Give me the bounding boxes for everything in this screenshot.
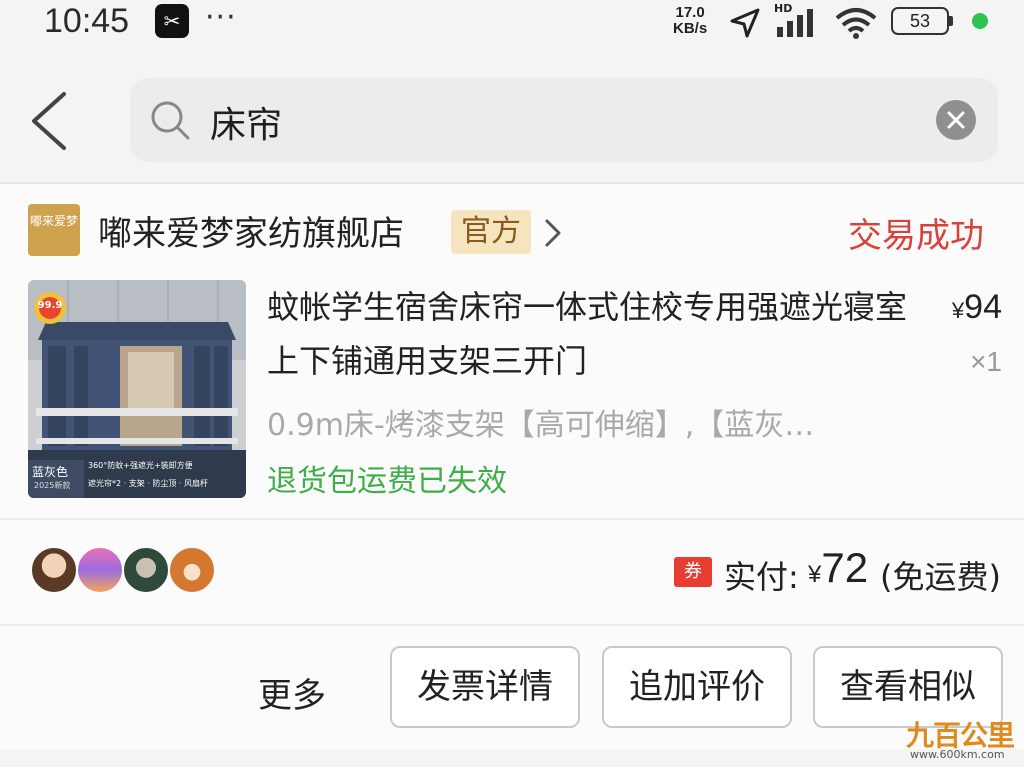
shared-users-avatars[interactable]: [30, 546, 230, 596]
avatar: [122, 546, 170, 594]
product-quantity: ×1: [970, 346, 1002, 377]
order-card: 嘟来爱梦 嘟来爱梦家纺旗舰店 官方 交易成功 99.9 蓝灰色 2025新款 3…: [0, 184, 1024, 749]
privacy-indicator-dot: [972, 13, 988, 29]
network-speed-unit: KB/s: [673, 20, 708, 37]
wifi-icon: [835, 8, 877, 39]
back-arrow-icon[interactable]: [26, 90, 72, 152]
coupon-icon: 券: [674, 557, 712, 587]
shop-name[interactable]: 嘟来爱梦家纺旗舰店: [98, 206, 404, 255]
cell-signal-icon: [777, 9, 813, 37]
search-input[interactable]: 床帘: [210, 96, 282, 148]
invoice-details-button[interactable]: 发票详情: [390, 646, 580, 728]
product-price: ¥94: [952, 288, 1002, 327]
shop-logo[interactable]: 嘟来爱梦: [28, 204, 80, 256]
shipping-note: (免运费): [880, 558, 1001, 596]
thumbnail-year-label: 2025新款: [34, 481, 71, 490]
thumbnail-badge: 99.9: [37, 300, 63, 311]
product-spec: 0.9m床-烤漆支架【高可伸缩】,【蓝灰…: [267, 408, 815, 443]
network-speed-value: 17.0: [675, 4, 705, 21]
order-detail-page: 10:45 ✂ ··· 17.0 KB/s HD 53 床帘 嘟来爱梦 嘟来爱梦…: [0, 0, 1024, 767]
watermark-url: www.600km.com: [910, 748, 1005, 761]
chevron-right-icon[interactable]: [542, 218, 564, 248]
network-speed: 17.0 KB/s: [673, 5, 707, 37]
location-arrow-icon: [730, 8, 760, 38]
thumbnail-feature-line2: 遮光帘*2 · 支架 · 防尘顶 · 风扇杆: [88, 479, 208, 488]
search-header: 床帘: [0, 62, 1024, 180]
price-currency: ¥: [951, 298, 965, 323]
search-bar[interactable]: 床帘: [130, 78, 998, 162]
order-status: 交易成功: [848, 216, 984, 256]
product-title[interactable]: 蚊帐学生宿舍床帘一体式住校专用强遮光寝室上下铺通用支架三开门: [267, 280, 927, 388]
avatar: [168, 546, 216, 594]
product-thumbnail[interactable]: 99.9 蓝灰色 2025新款 360°防蚊+强遮光+装卸方便 遮光帘*2 · …: [28, 280, 246, 498]
official-badge: 官方: [451, 210, 531, 254]
return-shipping-note: 退货包运费已失效: [267, 464, 507, 499]
paid-currency: ¥: [808, 561, 822, 588]
paid-value: 72: [821, 544, 869, 591]
site-watermark: 九百公里 www.600km.com: [886, 718, 1020, 764]
thumbnail-color-label: 蓝灰色: [32, 465, 69, 479]
capcut-icon: ✂: [155, 4, 189, 38]
price-value: 94: [964, 288, 1002, 326]
paid-label: 实付:: [724, 558, 799, 596]
status-time: 10:45: [44, 2, 130, 40]
more-notifications-icon: ···: [205, 0, 237, 35]
append-review-button[interactable]: 追加评价: [602, 646, 792, 728]
avatar: [76, 546, 124, 594]
product-divider: [0, 518, 1024, 520]
payment-divider: [0, 624, 1024, 626]
status-bar: 10:45 ✂ ··· 17.0 KB/s HD 53: [0, 0, 1024, 52]
avatar: [30, 546, 78, 594]
thumbnail-feature-line1: 360°防蚊+强遮光+装卸方便: [88, 461, 193, 470]
search-icon: [151, 101, 190, 140]
battery-icon: 53: [891, 7, 953, 35]
clear-search-icon[interactable]: [936, 100, 976, 140]
paid-amount: ¥72: [808, 544, 868, 592]
more-button[interactable]: 更多: [258, 668, 326, 717]
